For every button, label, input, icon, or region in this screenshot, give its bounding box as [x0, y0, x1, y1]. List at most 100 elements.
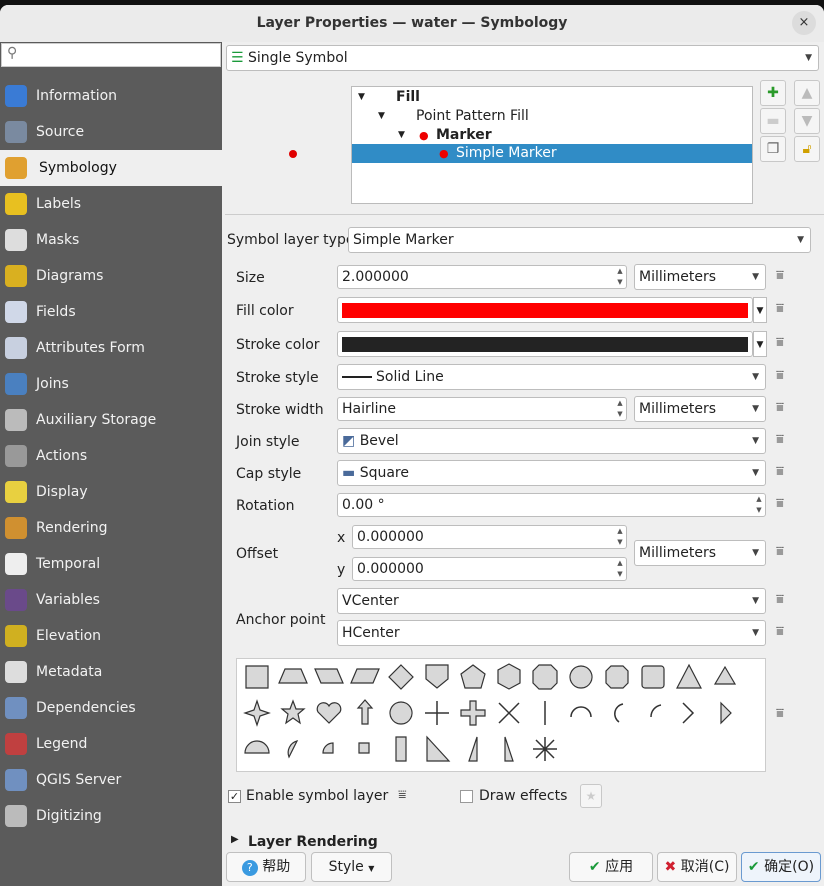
sidebar-item-variables[interactable]: Variables — [0, 582, 222, 618]
shape-cross-icon[interactable] — [425, 701, 449, 725]
shape-decagon-icon[interactable] — [605, 665, 629, 689]
expand-icon[interactable]: ▼ — [358, 88, 365, 107]
symbol-layer-tree[interactable]: ▼ Fill ▼ Point Pattern Fill ▼ ● Marker ●… — [351, 86, 753, 204]
shape-quarter-circle-icon[interactable] — [322, 742, 334, 754]
shape-third-circle-icon[interactable] — [287, 740, 299, 759]
shape-arrowhead-icon[interactable] — [682, 702, 695, 724]
layer-rendering-section[interactable]: Layer Rendering — [248, 834, 378, 850]
shape-diamond-icon[interactable] — [388, 664, 414, 690]
data-defined-override-icon[interactable]: ⩸ — [776, 706, 798, 726]
sidebar-search-input[interactable]: ⚲ — [1, 43, 221, 67]
shape-octagon-icon[interactable] — [532, 664, 558, 690]
sidebar-item-actions[interactable]: Actions — [0, 438, 222, 474]
shape-x-icon[interactable] — [498, 702, 520, 724]
shape-third-arc-icon[interactable] — [614, 703, 624, 723]
anchor-vertical-select[interactable]: VCenter ▼ — [337, 588, 766, 614]
sidebar-item-labels[interactable]: Labels — [0, 186, 222, 222]
sidebar-item-dependencies[interactable]: Dependencies — [0, 690, 222, 726]
data-defined-override-icon[interactable]: ⩸ — [776, 335, 798, 355]
sidebar-item-diagrams[interactable]: Diagrams — [0, 258, 222, 294]
sidebar-item-auxiliary-storage[interactable]: Auxiliary Storage — [0, 402, 222, 438]
data-defined-override-icon[interactable]: ⩸ — [776, 400, 798, 420]
shape-left-half-triangle-icon[interactable] — [504, 736, 514, 762]
tree-node-fill[interactable]: Fill — [396, 88, 420, 107]
shape-rounded-square-icon[interactable] — [641, 665, 665, 689]
shape-grid[interactable] — [237, 659, 765, 771]
symbol-layer-type-select[interactable]: Simple Marker ▼ — [348, 227, 811, 253]
remove-layer-button[interactable]: ▬ — [760, 108, 786, 134]
spin-arrows[interactable]: ▲ ▼ — [614, 558, 626, 580]
shape-four-point-star-icon[interactable] — [243, 699, 271, 727]
enable-symbol-layer-checkbox[interactable]: ✓ — [228, 790, 241, 803]
tree-node-marker[interactable]: Marker — [436, 126, 492, 145]
shape-filled-arrowhead-icon[interactable] — [720, 701, 732, 725]
join-style-select[interactable]: ◩ Bevel ▼ — [337, 428, 766, 454]
size-unit-select[interactable]: Millimeters ▼ — [634, 264, 766, 290]
add-layer-button[interactable]: ✚ — [760, 80, 786, 106]
cancel-button[interactable]: ✖ 取消(C) — [657, 852, 737, 882]
cap-style-select[interactable]: ▬ Square ▼ — [337, 460, 766, 486]
shape-heart-icon[interactable] — [316, 702, 342, 724]
stroke-width-unit-select[interactable]: Millimeters ▼ — [634, 396, 766, 422]
shape-circle-large-icon[interactable] — [389, 701, 413, 725]
data-defined-override-icon[interactable]: ⩸ — [776, 592, 798, 612]
anchor-horizontal-select[interactable]: HCenter ▼ — [337, 620, 766, 646]
stroke-color-button[interactable] — [337, 331, 753, 357]
size-input[interactable]: 2.000000 ▲ ▼ — [337, 265, 627, 289]
stroke-style-select[interactable]: Solid Line ▼ — [337, 364, 766, 390]
shape-parallelogram-right-icon[interactable] — [350, 668, 380, 684]
shape-equilateral-triangle-icon[interactable] — [713, 665, 737, 685]
tree-node-simple-marker[interactable]: Simple Marker — [456, 144, 557, 163]
shape-quarter-square-icon[interactable] — [358, 742, 370, 754]
shape-cross-fill-icon[interactable] — [460, 700, 486, 726]
shape-circle-icon[interactable] — [569, 665, 593, 689]
renderer-select[interactable]: ☰ Single Symbol ▼ — [226, 45, 819, 71]
sidebar-item-qgis-server[interactable]: QGIS Server — [0, 762, 222, 798]
shape-pentagon-icon[interactable] — [460, 664, 486, 689]
sidebar-item-source[interactable]: Source — [0, 114, 222, 150]
data-defined-override-icon[interactable]: ⩸ — [776, 496, 798, 516]
sidebar-item-rendering[interactable]: Rendering — [0, 510, 222, 546]
data-defined-override-icon[interactable]: ⩸ — [776, 368, 798, 388]
shape-right-half-triangle-icon[interactable] — [468, 736, 478, 762]
shape-quarter-arc-icon[interactable] — [650, 704, 662, 718]
data-defined-override-icon[interactable]: ⩸ — [776, 268, 798, 288]
data-defined-override-icon[interactable]: ⩸ — [776, 624, 798, 644]
fill-color-menu[interactable]: ▼ — [753, 297, 767, 323]
offset-unit-select[interactable]: Millimeters ▼ — [634, 540, 766, 566]
sidebar-item-fields[interactable]: Fields — [0, 294, 222, 330]
apply-button[interactable]: ✔ 应用 — [569, 852, 653, 882]
shape-trapezoid-icon[interactable] — [278, 668, 308, 684]
sidebar-item-digitizing[interactable]: Digitizing — [0, 798, 222, 834]
spin-arrows[interactable]: ▲ ▼ — [614, 526, 626, 548]
shape-square-icon[interactable] — [245, 665, 269, 689]
draw-effects-checkbox[interactable] — [460, 790, 473, 803]
move-down-button[interactable]: ▼ — [794, 108, 820, 134]
duplicate-layer-button[interactable]: ❐ — [760, 136, 786, 162]
data-defined-override-icon[interactable]: ⩸ — [398, 787, 407, 803]
sidebar-item-legend[interactable]: Legend — [0, 726, 222, 762]
shape-hexagon-icon[interactable] — [497, 663, 521, 690]
data-defined-override-icon[interactable]: ⩸ — [776, 464, 798, 484]
effects-star-button[interactable]: ★ — [580, 784, 602, 808]
spin-arrows[interactable]: ▲ ▼ — [753, 494, 765, 516]
rotation-input[interactable]: 0.00 ° ▲ ▼ — [337, 493, 766, 517]
sidebar-item-elevation[interactable]: Elevation — [0, 618, 222, 654]
shape-star-icon[interactable] — [280, 699, 306, 725]
offset-y-input[interactable]: 0.000000 ▲ ▼ — [352, 557, 627, 581]
stroke-width-input[interactable]: Hairline ▲ ▼ — [337, 397, 627, 421]
shape-parallelogram-icon[interactable] — [314, 668, 344, 684]
expand-arrow-icon[interactable]: ▶ — [231, 834, 239, 845]
data-defined-override-icon[interactable]: ⩸ — [776, 301, 798, 321]
sidebar-item-metadata[interactable]: Metadata — [0, 654, 222, 690]
stroke-color-menu[interactable]: ▼ — [753, 331, 767, 357]
shape-half-square-icon[interactable] — [395, 736, 407, 762]
shape-arrow-icon[interactable] — [356, 699, 374, 725]
data-defined-override-icon[interactable]: ⩸ — [776, 432, 798, 452]
style-button[interactable]: Style ▼ — [311, 852, 392, 882]
data-defined-override-icon[interactable]: ⩸ — [776, 544, 798, 564]
spin-arrows[interactable]: ▲ ▼ — [614, 398, 626, 420]
offset-x-input[interactable]: 0.000000 ▲ ▼ — [352, 525, 627, 549]
sidebar-item-joins[interactable]: Joins — [0, 366, 222, 402]
close-button[interactable]: × — [792, 11, 816, 35]
